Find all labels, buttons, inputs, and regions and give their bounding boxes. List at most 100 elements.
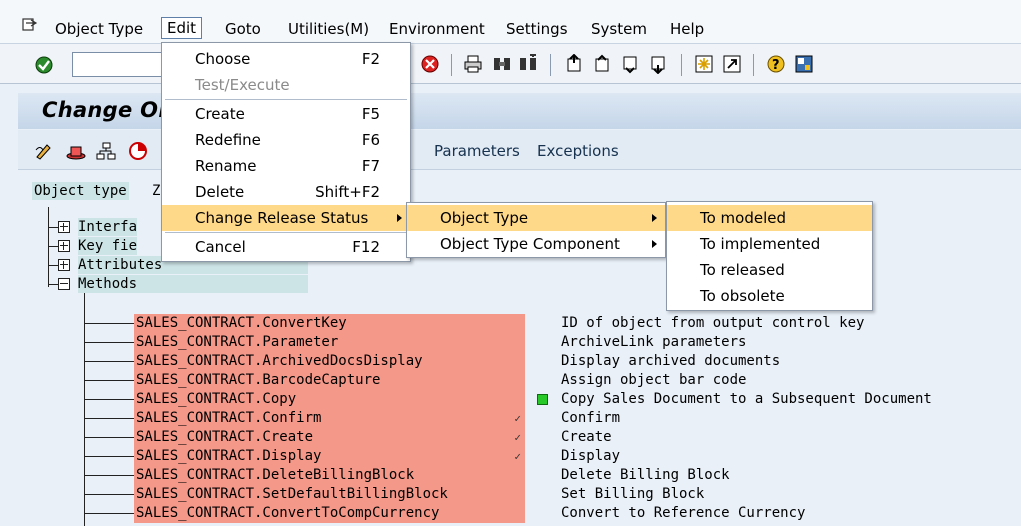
submenu-arrow-icon <box>652 240 657 248</box>
table-row[interactable]: SALES_CONTRACT.ConvertKey ID of object fr… <box>84 314 984 333</box>
system-menu-icon[interactable] <box>22 18 38 32</box>
tree-connector <box>84 361 134 362</box>
menu-bar: Object Type Edit Goto Utilities(M) Envir… <box>0 0 1021 44</box>
tree-connector <box>84 475 134 476</box>
target-status-submenu: To modeled To implemented To released To… <box>666 201 873 311</box>
menu-edit[interactable]: Edit <box>161 17 203 39</box>
table-row[interactable]: SALES_CONTRACT.SetDefaultBillingBlock Set… <box>84 485 984 504</box>
menu-system[interactable]: System <box>586 19 652 39</box>
tree-connector <box>84 456 134 457</box>
submenu-arrow-icon <box>652 214 657 222</box>
enter-check-icon[interactable] <box>34 55 54 75</box>
method-name[interactable]: SALES_CONTRACT.ConvertKey <box>134 314 525 333</box>
hat-icon[interactable] <box>66 141 86 161</box>
method-description: Display archived documents <box>561 353 781 369</box>
edit-pencil-icon[interactable] <box>34 141 54 161</box>
method-name-text: SALES_CONTRACT.SetDefaultBillingBlock <box>136 486 448 502</box>
status-item-to-released[interactable]: To released <box>667 257 872 283</box>
method-name[interactable]: SALES_CONTRACT.Create ✓ <box>134 428 525 447</box>
method-name[interactable]: SALES_CONTRACT.DeleteBillingBlock <box>134 466 525 485</box>
method-name-text: SALES_CONTRACT.ConvertKey <box>136 315 347 331</box>
menu-item-create[interactable]: Create F5 <box>162 101 410 127</box>
method-name-text: SALES_CONTRACT.Parameter <box>136 334 339 350</box>
method-name[interactable]: SALES_CONTRACT.Display ✓ <box>134 447 525 466</box>
table-row[interactable]: SALES_CONTRACT.Display ✓ Display <box>84 447 984 466</box>
table-row[interactable]: SALES_CONTRACT.Create ✓ Create <box>84 428 984 447</box>
method-name-text: SALES_CONTRACT.Create <box>136 429 314 445</box>
parameters-tab[interactable]: Parameters <box>434 142 520 160</box>
menu-object-type[interactable]: Object Type <box>50 19 148 39</box>
expand-icon[interactable] <box>58 259 70 271</box>
method-description: Set Billing Block <box>561 486 705 502</box>
method-name[interactable]: SALES_CONTRACT.SetDefaultBillingBlock <box>134 485 525 504</box>
generate-icon[interactable] <box>128 141 148 161</box>
first-page-icon[interactable] <box>564 54 584 74</box>
method-name[interactable]: SALES_CONTRACT.ConvertToCompCurrency <box>134 504 525 523</box>
menu-item-delete[interactable]: Delete Shift+F2 <box>162 179 410 205</box>
table-row[interactable]: SALES_CONTRACT.Parameter ArchiveLink para… <box>84 333 984 352</box>
exceptions-tab[interactable]: Exceptions <box>537 142 619 160</box>
hierarchy-icon[interactable] <box>96 141 116 161</box>
find-icon[interactable] <box>492 54 512 74</box>
method-name[interactable]: SALES_CONTRACT.Parameter <box>134 333 525 352</box>
submenu-item-object-type-component[interactable]: Object Type Component <box>407 231 665 257</box>
customize-layout-icon[interactable] <box>794 54 814 74</box>
last-page-icon[interactable] <box>648 54 668 74</box>
menu-environment[interactable]: Environment <box>384 19 490 39</box>
method-name-text: SALES_CONTRACT.ArchivedDocsDisplay <box>136 353 423 369</box>
table-row[interactable]: SALES_CONTRACT.DeleteBillingBlock Delete … <box>84 466 984 485</box>
menu-item-rename[interactable]: Rename F7 <box>162 153 410 179</box>
status-item-to-obsolete[interactable]: To obsolete <box>667 283 872 309</box>
print-icon[interactable] <box>463 54 483 74</box>
method-description: Assign object bar code <box>561 372 747 388</box>
tree-node-label: Interfa <box>78 218 138 236</box>
shortcut-icon[interactable] <box>722 54 742 74</box>
tree-connector <box>84 418 134 419</box>
menu-settings[interactable]: Settings <box>501 19 573 39</box>
method-name-text: SALES_CONTRACT.DeleteBillingBlock <box>136 467 415 483</box>
tree-connector <box>84 513 134 514</box>
svg-text:?: ? <box>772 58 780 73</box>
method-description: Create <box>561 429 612 445</box>
menu-separator <box>165 99 407 100</box>
submenu-item-object-type[interactable]: Object Type <box>407 205 665 231</box>
create-session-icon[interactable] <box>694 54 714 74</box>
method-description: Confirm <box>561 410 621 426</box>
object-type-value: Z <box>152 183 161 199</box>
tree-connector <box>84 494 134 495</box>
method-name[interactable]: SALES_CONTRACT.ArchivedDocsDisplay <box>134 352 525 371</box>
previous-page-icon[interactable] <box>592 54 612 74</box>
table-row[interactable]: SALES_CONTRACT.ArchivedDocsDisplay Displa… <box>84 352 984 371</box>
find-next-icon[interactable] <box>518 54 538 74</box>
menu-separator <box>165 232 407 233</box>
method-name[interactable]: SALES_CONTRACT.Copy <box>134 390 525 409</box>
table-row[interactable]: SALES_CONTRACT.Copy Copy Sales Document t… <box>84 390 984 409</box>
method-name-text: SALES_CONTRACT.Confirm <box>136 410 322 426</box>
expand-icon[interactable] <box>58 221 70 233</box>
collapse-icon[interactable] <box>58 278 70 290</box>
status-item-to-implemented[interactable]: To implemented <box>667 231 872 257</box>
submenu-arrow-icon <box>397 214 402 222</box>
method-description: Delete Billing Block <box>561 467 730 483</box>
command-field[interactable] <box>72 52 162 77</box>
expand-icon[interactable] <box>58 240 70 252</box>
method-description: Convert to Reference Currency <box>561 505 806 521</box>
table-row[interactable]: SALES_CONTRACT.ConvertToCompCurrency Conv… <box>84 504 984 523</box>
cancel-icon[interactable] <box>420 54 440 74</box>
table-row[interactable]: SALES_CONTRACT.BarcodeCapture Assign obje… <box>84 371 984 390</box>
menu-goto[interactable]: Goto <box>220 19 266 39</box>
menu-item-choose[interactable]: Choose F2 <box>162 46 410 72</box>
menu-item-redefine[interactable]: Redefine F6 <box>162 127 410 153</box>
status-item-to-modeled[interactable]: To modeled <box>667 205 872 231</box>
release-status-submenu: Object Type Object Type Component <box>406 202 666 258</box>
menu-item-cancel[interactable]: Cancel F12 <box>162 234 410 260</box>
table-row[interactable]: SALES_CONTRACT.Confirm ✓ Confirm <box>84 409 984 428</box>
help-icon[interactable]: ? <box>766 54 786 74</box>
method-name[interactable]: SALES_CONTRACT.Confirm ✓ <box>134 409 525 428</box>
menu-item-change-release-status[interactable]: Change Release Status <box>162 205 410 231</box>
status-green-icon <box>537 394 548 405</box>
menu-help[interactable]: Help <box>665 19 709 39</box>
next-page-icon[interactable] <box>620 54 640 74</box>
method-name[interactable]: SALES_CONTRACT.BarcodeCapture <box>134 371 525 390</box>
menu-utilities[interactable]: Utilities(M) <box>283 19 374 39</box>
